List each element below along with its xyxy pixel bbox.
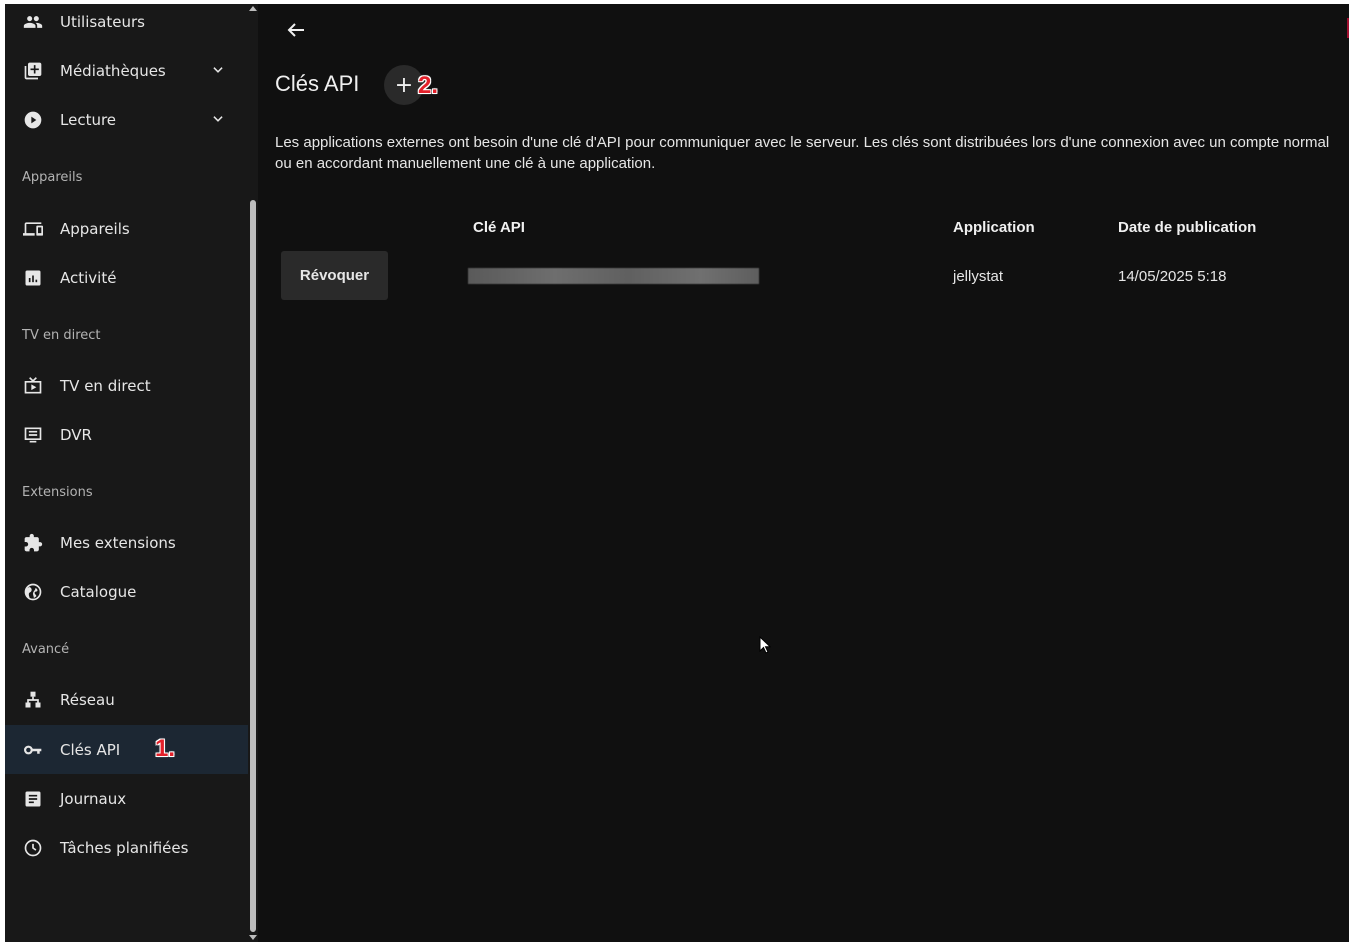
section-title-avance: Avancé	[22, 642, 70, 657]
sidebar-item-label: Journaux	[60, 789, 127, 808]
section-title-extensions: Extensions	[22, 485, 93, 500]
sidebar-item-label: Réseau	[60, 690, 115, 709]
sidebar-item-label: Mes extensions	[60, 533, 176, 552]
sidebar-item-label: Activité	[60, 268, 117, 287]
sidebar-item-taches-planifiees[interactable]: Tâches planifiées	[5, 823, 248, 872]
sidebar-item-label: TV en direct	[60, 376, 151, 395]
column-header-date: Date de publication	[1118, 219, 1257, 236]
main-content: Clés API + 2. Les applications externes …	[258, 4, 1349, 942]
sidebar-item-dvr[interactable]: DVR	[5, 410, 248, 459]
sidebar-item-tv-en-direct[interactable]: TV en direct	[5, 361, 248, 410]
column-header-api-key: Clé API	[473, 219, 525, 236]
sidebar-item-label: Médiathèques	[60, 61, 166, 80]
plus-icon: +	[394, 72, 414, 98]
section-title-tv-en-direct: TV en direct	[22, 328, 101, 343]
sidebar: Utilisateurs Médiathèques Lecture Appare…	[5, 4, 248, 942]
globe-icon	[23, 582, 43, 602]
article-icon	[23, 789, 43, 809]
sidebar-item-label: Utilisateurs	[60, 12, 145, 31]
sidebar-item-label: Appareils	[60, 219, 130, 238]
analytics-icon	[23, 268, 43, 288]
chevron-down-icon[interactable]	[211, 112, 225, 126]
sidebar-item-utilisateurs[interactable]: Utilisateurs	[5, 4, 248, 46]
network-icon	[23, 690, 43, 710]
annotation-step-1: 1.	[155, 735, 176, 762]
sidebar-item-catalogue[interactable]: Catalogue	[5, 567, 248, 616]
sidebar-scrollbar[interactable]	[248, 4, 258, 942]
table-cell-date: 14/05/2025 5:18	[1118, 268, 1227, 285]
section-title-appareils: Appareils	[22, 170, 83, 185]
sidebar-item-reseau[interactable]: Réseau	[5, 675, 248, 724]
puzzle-icon	[23, 533, 43, 553]
scrollbar-thumb[interactable]	[250, 200, 256, 932]
devices-icon	[23, 219, 43, 239]
api-key-value-redacted	[468, 268, 759, 284]
annotation-step-2: 2.	[418, 72, 439, 99]
library-add-icon	[23, 61, 43, 81]
chevron-down-icon[interactable]	[211, 63, 225, 77]
live-tv-icon	[23, 376, 43, 396]
sidebar-item-label: Tâches planifiées	[60, 838, 189, 857]
sidebar-item-label: DVR	[60, 425, 92, 444]
sidebar-item-label: Catalogue	[60, 582, 137, 601]
sidebar-item-lecture[interactable]: Lecture	[5, 95, 248, 144]
back-arrow-icon[interactable]	[284, 18, 308, 42]
sidebar-item-journaux[interactable]: Journaux	[5, 774, 248, 823]
sidebar-item-mediatheques[interactable]: Médiathèques	[5, 46, 248, 95]
mouse-cursor-icon	[759, 636, 771, 654]
app-window: Utilisateurs Médiathèques Lecture Appare…	[5, 4, 1349, 942]
window-edge-marker	[1347, 18, 1349, 38]
sidebar-item-activite[interactable]: Activité	[5, 253, 248, 302]
scroll-up-arrow-icon[interactable]	[249, 6, 257, 11]
scroll-down-arrow-icon[interactable]	[249, 935, 257, 940]
sidebar-item-appareils[interactable]: Appareils	[5, 204, 248, 253]
column-header-application: Application	[953, 219, 1035, 236]
table-cell-application: jellystat	[953, 268, 1004, 285]
dvr-icon	[23, 425, 43, 445]
users-icon	[23, 12, 43, 32]
key-icon	[23, 740, 43, 760]
sidebar-item-label: Clés API	[60, 740, 121, 759]
page-title: Clés API	[275, 71, 360, 96]
play-circle-icon	[23, 110, 43, 130]
revoke-button[interactable]: Révoquer	[281, 251, 388, 300]
page-description: Les applications externes ont besoin d'u…	[275, 134, 1330, 172]
clock-icon	[23, 838, 43, 858]
sidebar-item-cles-api[interactable]: Clés API	[5, 725, 248, 774]
sidebar-item-label: Lecture	[60, 110, 117, 129]
sidebar-item-mes-extensions[interactable]: Mes extensions	[5, 518, 248, 567]
